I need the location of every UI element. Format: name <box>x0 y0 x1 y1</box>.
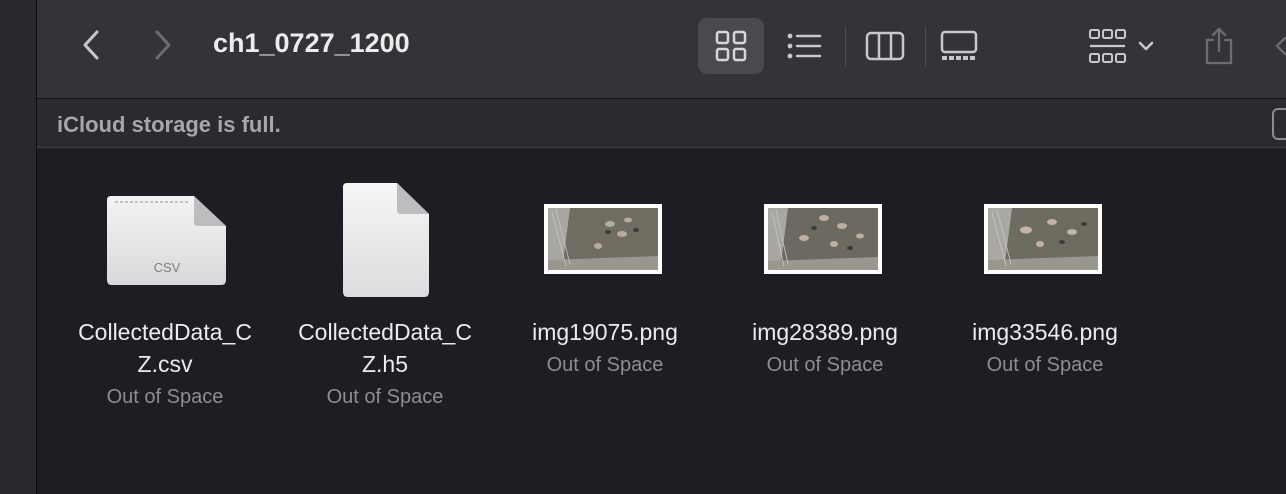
file-name: img28389.png Out of Space <box>715 316 935 381</box>
share-button[interactable] <box>1197 18 1241 74</box>
image-thumbnail-frame <box>764 204 882 274</box>
file-status: Out of Space <box>766 354 884 376</box>
chevron-right-icon <box>155 30 171 60</box>
toolbar: ch1_0727_1200 <box>37 0 1286 99</box>
group-grid-icon <box>1089 29 1126 63</box>
file-status: Out of Space <box>326 386 444 408</box>
image-thumbnail-frame <box>544 204 662 274</box>
csv-badge: CSV <box>153 260 181 275</box>
storage-banner: iCloud storage is full. <box>37 99 1286 148</box>
tag-button[interactable] <box>1273 18 1286 74</box>
column-view-button[interactable] <box>852 18 918 74</box>
storage-warning-text: iCloud storage is full. <box>57 112 281 137</box>
share-icon <box>1205 27 1233 65</box>
file-name: img33546.png Out of Space <box>935 316 1155 381</box>
file-status: Out of Space <box>106 386 224 408</box>
file-grid: CSV CollectedData_C Z.csv Out of Space C… <box>37 148 1286 494</box>
folder-title: ch1_0727_1200 <box>213 28 410 58</box>
gallery-view-button[interactable] <box>926 18 992 74</box>
file-status: Out of Space <box>546 354 664 376</box>
file-name: img19075.png Out of Space <box>495 316 715 381</box>
chevron-left-icon <box>83 30 99 60</box>
image-thumbnail <box>715 178 935 302</box>
icon-view-button[interactable] <box>698 18 764 74</box>
toolbar-divider <box>845 26 846 66</box>
forward-button[interactable] <box>143 26 181 64</box>
icon-view-icon <box>715 30 747 62</box>
photo-icon <box>548 208 658 270</box>
list-view-icon <box>787 33 822 59</box>
list-view-button[interactable] <box>772 18 838 74</box>
csv-file-icon: CSV <box>55 178 275 302</box>
tag-icon <box>1275 36 1286 56</box>
sidebar-edge <box>0 0 37 494</box>
document-file-icon <box>275 178 495 302</box>
file-name: CollectedData_C Z.h5 Out of Space <box>275 316 495 413</box>
photo-icon <box>988 208 1098 270</box>
banner-button[interactable] <box>1272 108 1286 140</box>
photo-icon <box>768 208 878 270</box>
image-thumbnail <box>935 178 1155 302</box>
file-name: CollectedData_C Z.csv Out of Space <box>55 316 275 413</box>
image-thumbnail <box>495 178 715 302</box>
group-by-button[interactable] <box>1080 18 1164 74</box>
back-button[interactable] <box>73 26 111 64</box>
image-thumbnail-frame <box>984 204 1102 274</box>
column-view-icon <box>865 31 905 61</box>
gallery-view-icon <box>940 30 978 60</box>
chevron-down-icon <box>1138 41 1154 51</box>
file-status: Out of Space <box>986 354 1104 376</box>
